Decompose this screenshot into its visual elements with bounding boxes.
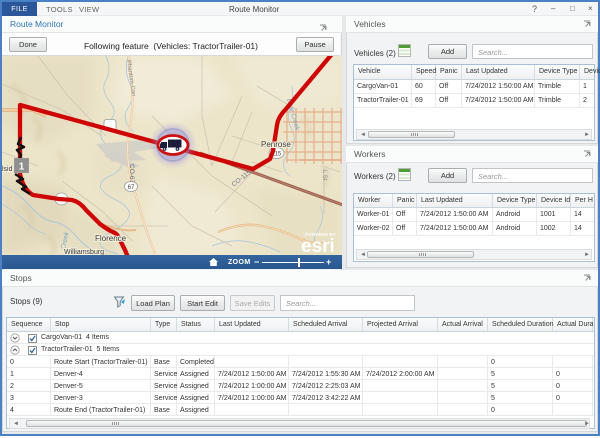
svg-text:Penrose: Penrose — [261, 140, 291, 149]
svg-text:L St: L St — [321, 170, 327, 181]
svg-text:CO-67: CO-67 — [128, 164, 135, 184]
svg-text:1: 1 — [19, 162, 25, 173]
svg-text:lsid: lsid — [2, 166, 13, 173]
svg-text:esri: esri — [301, 236, 335, 257]
svg-text:Florence: Florence — [95, 234, 127, 243]
svg-text:67: 67 — [128, 185, 135, 191]
